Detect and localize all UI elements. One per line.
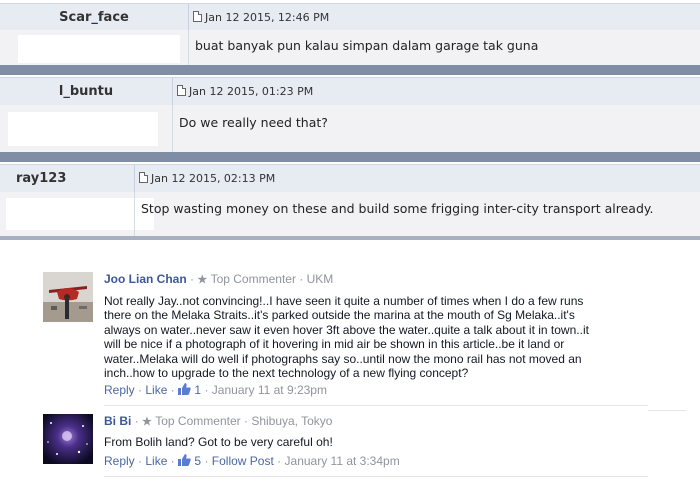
comment-actions: Reply · Like · 5 · Follow Post · January… [104,454,400,468]
post-body: Stop wasting money on these and build so… [0,192,700,236]
comment-time[interactable]: January 11 at 3:34pm [285,454,400,468]
post-body: Do we really need that? [0,105,700,152]
reply-link[interactable]: Reply [104,454,135,468]
thumbs-up-icon [178,383,191,395]
avatar[interactable] [43,272,93,322]
commenter-location: Shibuya, Tokyo [251,414,333,428]
commenter-badge: Top Commenter [210,272,296,286]
comment: Bi Bi · ★ Top Commenter · Shibuya, Tokyo… [43,414,683,474]
post-separator [0,152,700,162]
separator-dot: · [170,383,179,397]
avatar-photo-icon [43,414,93,464]
like-link[interactable]: Like [145,383,167,397]
post-date: Jan 12 2015, 12:46 PM [188,4,329,31]
thumbs-up-icon [178,454,191,466]
post-header: l_buntu Jan 12 2015, 01:23 PM [0,77,700,106]
post-date-text: Jan 12 2015, 01:23 PM [189,85,314,98]
post-header: Scar_face Jan 12 2015, 12:46 PM [0,3,700,31]
avatar-placeholder [8,112,158,146]
post-date: Jan 12 2015, 02:13 PM [134,165,275,193]
document-icon [193,11,202,22]
avatar-placeholder [6,198,154,230]
post-separator [0,65,700,75]
separator-dot: · [204,454,212,468]
avatar-placeholder [18,35,180,63]
commenter-name[interactable]: Bi Bi [104,414,131,428]
post-author[interactable]: l_buntu [0,78,172,106]
comment-line: there on the Melaka Straits..it's parked… [104,308,575,323]
separator-dot: · [277,454,285,468]
star-icon: ★ [197,274,208,286]
like-count[interactable]: 1 [194,383,201,397]
commenter-location: UKM [306,272,334,286]
comment-time[interactable]: January 11 at 9:23pm [212,383,327,397]
comment-line: water..Melaka will do well if photograph… [104,351,582,366]
comment-text: Not really Jay..not convincing!..I have … [104,294,624,380]
post-date: Jan 12 2015, 01:23 PM [172,78,313,106]
commenter-badge: Top Commenter [155,414,241,428]
separator-dot: · [243,414,248,428]
commenter-name[interactable]: Joo Lian Chan [104,272,187,286]
avatar[interactable] [43,414,93,464]
comment-line: inch..how to upgrade to the next technol… [104,366,469,381]
post-date-text: Jan 12 2015, 02:13 PM [151,172,276,185]
comment-line: always on water..never saw it even hover… [104,322,589,337]
post-text: Stop wasting money on these and build so… [134,192,653,236]
separator-dot: · [190,272,195,286]
reply-link[interactable]: Reply [104,383,135,397]
avatar-photo-icon [43,272,93,322]
document-icon [139,172,148,183]
comment-line: From Bolih land? Got to be very careful … [104,435,333,449]
separator-dot: · [299,272,304,286]
post-author[interactable]: Scar_face [0,4,188,31]
document-icon [177,85,186,96]
separator-dot: · [170,454,179,468]
comment-text: From Bolih land? Got to be very careful … [104,435,624,449]
comment-divider [104,405,648,406]
comment: Joo Lian Chan · ★ Top Commenter · UKM No… [43,272,683,402]
comment-line: will be nice if a photograph of it hover… [104,337,565,352]
like-count[interactable]: 5 [194,454,201,468]
comment-actions: Reply · Like · 1 · January 11 at 9:23pm [104,383,327,397]
post-author[interactable]: ray123 [0,165,134,193]
post-date-text: Jan 12 2015, 12:46 PM [205,11,330,24]
comment-line: Not really Jay..not convincing!..I have … [104,294,584,308]
post-text: Do we really need that? [172,105,328,152]
like-link[interactable]: Like [145,454,167,468]
post-body: buat banyak pun kalau simpan dalam garag… [0,30,700,65]
separator-dot: · [134,414,139,428]
comment-header: Joo Lian Chan · ★ Top Commenter · UKM [104,272,333,286]
separator-dot: · [204,383,212,397]
follow-post-link[interactable]: Follow Post [212,454,274,468]
comment-divider [104,476,648,477]
star-icon: ★ [142,416,152,428]
right-divider [648,410,686,411]
comment-header: Bi Bi · ★ Top Commenter · Shibuya, Tokyo [104,414,332,428]
post-text: buat banyak pun kalau simpan dalam garag… [188,30,538,65]
post-header: ray123 Jan 12 2015, 02:13 PM [0,164,700,193]
post-separator [0,236,700,240]
